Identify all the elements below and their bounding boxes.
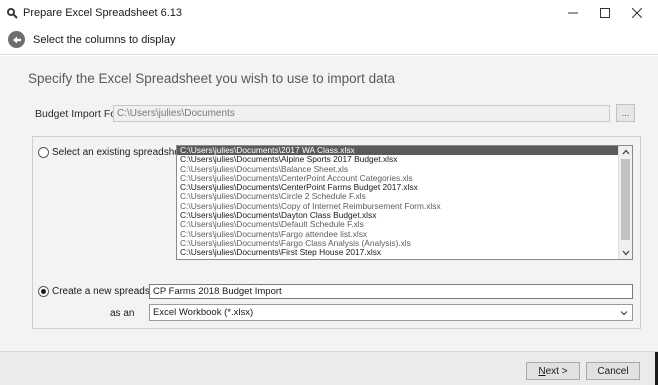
- list-item[interactable]: C:\Users\julies\Documents\First Step Hou…: [177, 248, 618, 257]
- window-title: Prepare Excel Spreadsheet 6.13: [23, 7, 182, 19]
- file-list-items: C:\Users\julies\Documents\2017 WA Class.…: [177, 146, 618, 258]
- scroll-up-button[interactable]: [619, 146, 632, 158]
- chevron-down-icon: [620, 311, 628, 316]
- file-type-label: as an: [110, 308, 135, 319]
- close-button[interactable]: [620, 0, 654, 26]
- list-item[interactable]: C:\Users\julies\Documents\Balance Sheet.…: [177, 165, 618, 174]
- list-item[interactable]: C:\Users\julies\Documents\CenterPoint Fa…: [177, 183, 618, 192]
- list-item[interactable]: C:\Users\julies\Documents\Circle 2 Sched…: [177, 192, 618, 201]
- scroll-down-button[interactable]: [619, 247, 632, 259]
- list-item[interactable]: C:\Users\julies\Documents\Fargo attendee…: [177, 230, 618, 239]
- maximize-button[interactable]: [588, 0, 622, 26]
- list-item[interactable]: C:\Users\julies\Documents\Alpine Sports …: [177, 155, 618, 164]
- existing-spreadsheet-radio[interactable]: [38, 147, 49, 158]
- back-button[interactable]: [8, 31, 25, 48]
- browse-button[interactable]: ...: [616, 104, 635, 122]
- wizard-footer: Next > Cancel: [0, 351, 658, 385]
- list-item[interactable]: C:\Users\julies\Documents\CenterPoint Ac…: [177, 174, 618, 183]
- new-spreadsheet-radio[interactable]: [38, 286, 49, 297]
- folder-path-field[interactable]: C:\Users\julies\Documents: [113, 105, 610, 122]
- close-icon: [632, 8, 642, 18]
- chevron-up-icon: [622, 149, 630, 155]
- list-item[interactable]: C:\Users\julies\Documents\Fargo Class An…: [177, 239, 618, 248]
- existing-files-list[interactable]: C:\Users\julies\Documents\2017 WA Class.…: [176, 145, 633, 260]
- chevron-down-icon: [622, 250, 630, 256]
- list-item[interactable]: C:\Users\julies\Documents\Copy of Intern…: [177, 202, 618, 211]
- cancel-button[interactable]: Cancel: [586, 362, 640, 380]
- next-button[interactable]: Next >: [526, 362, 580, 380]
- page-heading: Specify the Excel Spreadsheet you wish t…: [28, 71, 395, 86]
- list-item[interactable]: C:\Users\julies\Documents\2017 WA Class.…: [177, 146, 618, 156]
- file-type-value: Excel Workbook (*.xlsx): [153, 307, 254, 318]
- back-arrow-icon: [12, 36, 21, 43]
- list-item[interactable]: C:\Users\julies\Documents\Dayton Class B…: [177, 211, 618, 220]
- existing-spreadsheet-label[interactable]: Select an existing spreadsheet: [52, 147, 188, 158]
- file-type-select[interactable]: Excel Workbook (*.xlsx): [149, 304, 633, 321]
- minimize-icon: [568, 12, 578, 14]
- magnifier-app-icon: [7, 8, 18, 19]
- minimize-button[interactable]: [556, 0, 590, 26]
- scroll-thumb[interactable]: [621, 159, 630, 240]
- step-title: Select the columns to display: [33, 34, 176, 46]
- list-scrollbar[interactable]: [618, 146, 632, 259]
- new-spreadsheet-name-input[interactable]: CP Farms 2018 Budget Import: [149, 284, 633, 299]
- list-item[interactable]: C:\Users\julies\Documents\Default Schedu…: [177, 220, 618, 229]
- wizard-header: Select the columns to display: [0, 26, 658, 55]
- maximize-icon: [600, 8, 610, 18]
- title-bar: Prepare Excel Spreadsheet 6.13: [0, 0, 658, 26]
